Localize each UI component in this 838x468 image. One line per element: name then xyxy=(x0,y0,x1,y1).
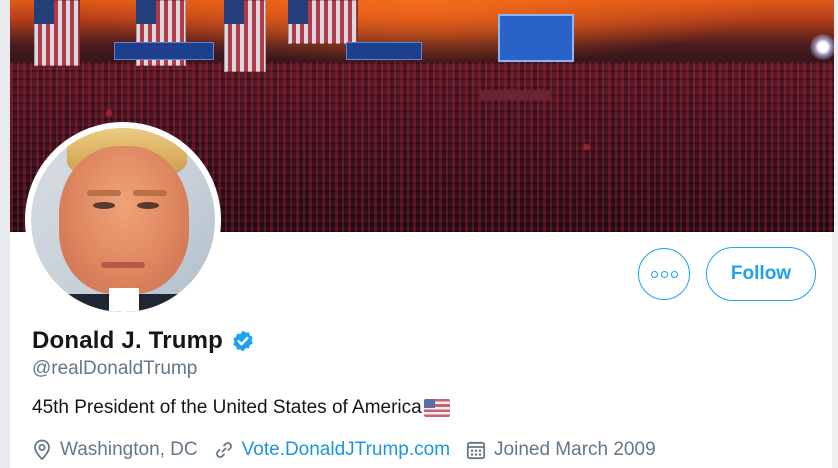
banner-screen xyxy=(498,14,574,62)
avatar-eye xyxy=(137,202,159,209)
profile-handle: @realDonaldTrump xyxy=(32,358,198,379)
location-pin-icon xyxy=(34,439,50,461)
link-icon xyxy=(215,442,232,458)
follow-button[interactable]: Follow xyxy=(706,247,816,301)
avatar-eye xyxy=(93,202,115,209)
avatar-brow xyxy=(133,190,167,196)
website-link[interactable]: Vote.DonaldJTrump.com xyxy=(242,439,450,461)
calendar-icon xyxy=(466,441,486,460)
profile-website[interactable]: Vote.DonaldJTrump.com xyxy=(214,439,450,461)
location-text: Washington, DC xyxy=(60,439,198,460)
verified-badge-icon xyxy=(233,330,253,352)
profile-joined: Joined March 2009 xyxy=(466,439,656,461)
banner-stage xyxy=(480,90,550,100)
more-options-button[interactable] xyxy=(638,248,690,300)
banner-flag xyxy=(224,0,266,72)
banner-sign xyxy=(114,42,214,60)
banner-flag xyxy=(288,0,358,44)
avatar-image xyxy=(31,128,215,312)
profile-bio: 45th President of the United States of A… xyxy=(32,397,450,419)
avatar-brow xyxy=(87,190,121,196)
avatar-face xyxy=(59,146,189,294)
banner-light xyxy=(810,34,834,60)
profile-location: Washington, DC xyxy=(32,439,198,461)
more-horizontal-icon xyxy=(650,270,678,278)
profile-meta: Washington, DC Vote.DonaldJTrump.com Joi… xyxy=(32,436,672,464)
profile-name: Donald J. Trump xyxy=(32,327,224,354)
us-flag-icon xyxy=(423,399,450,417)
profile-name-row: Donald J. Trump xyxy=(32,325,255,357)
banner-sign xyxy=(346,42,422,60)
banner-flag xyxy=(34,0,80,66)
avatar-mouth xyxy=(101,262,145,268)
joined-text: Joined March 2009 xyxy=(494,439,656,460)
profile-avatar[interactable] xyxy=(25,122,221,318)
avatar-collar xyxy=(109,288,139,312)
page-frame-left xyxy=(0,0,10,468)
profile-bio-text: 45th President of the United States of A… xyxy=(32,397,422,418)
